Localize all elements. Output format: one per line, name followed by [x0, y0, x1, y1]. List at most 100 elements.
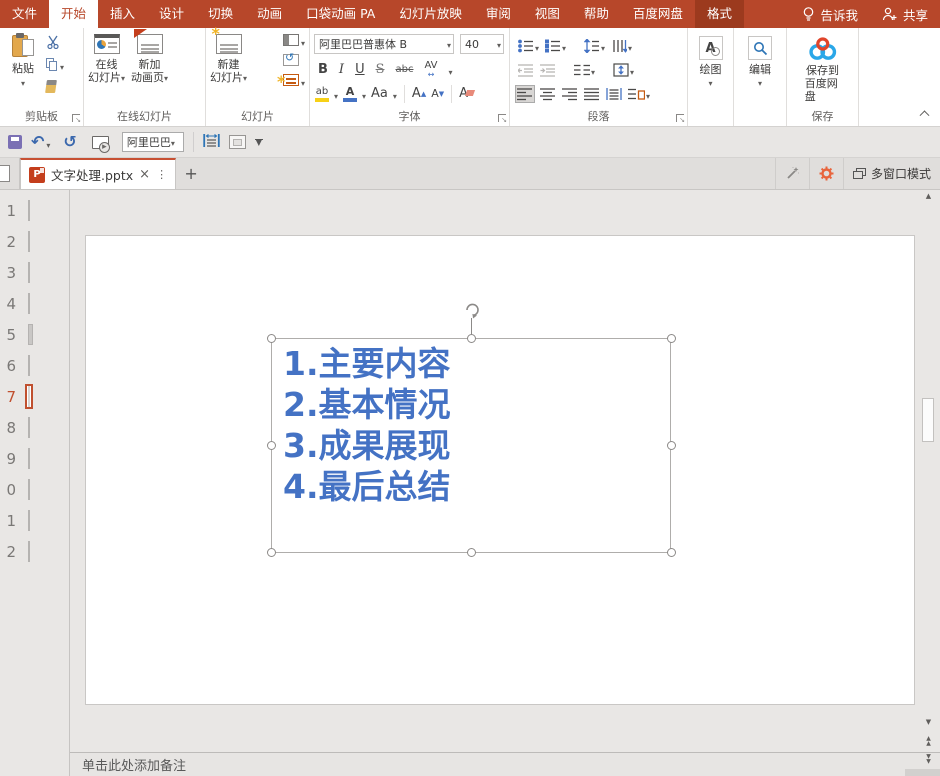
underline-button[interactable]: U — [355, 62, 365, 78]
grow-font-button[interactable]: A▲ — [412, 86, 426, 102]
tab-pocket-animation[interactable]: 口袋动画 PA — [294, 0, 387, 28]
undo-button[interactable]: ↶ — [31, 133, 50, 152]
collapse-ribbon-button[interactable] — [919, 109, 930, 121]
highlight-dropdown-icon[interactable] — [334, 84, 338, 103]
font-color-dropdown-icon[interactable] — [362, 84, 366, 103]
highlight-color-button[interactable]: ab — [315, 86, 329, 102]
change-case-button[interactable]: Aa — [371, 86, 388, 102]
resize-handle-bottom-left[interactable] — [267, 548, 276, 557]
character-spacing-button[interactable]: AV ↔ — [424, 60, 437, 79]
slide-panel-item-4[interactable]: 4 — [0, 288, 69, 319]
slide-panel-item-2[interactable]: 2 — [0, 226, 69, 257]
slide-thumbnail[interactable] — [28, 355, 30, 376]
online-slides-button[interactable]: 在线 幻灯片 — [88, 34, 125, 85]
bold-button[interactable]: B — [318, 62, 328, 78]
slide-panel-item-8[interactable]: 8 — [0, 412, 69, 443]
redo-button[interactable]: ↺ — [63, 134, 76, 150]
slide-thumbnail[interactable] — [28, 448, 30, 469]
resize-handle-top-left[interactable] — [267, 334, 276, 343]
slide-thumbnail[interactable] — [28, 200, 30, 221]
new-tab-button[interactable]: + — [176, 158, 206, 189]
resize-handle-middle-right[interactable] — [667, 441, 676, 450]
paste-button[interactable]: 粘贴 — [5, 33, 41, 90]
new-slide-button[interactable]: * 新建 幻灯片 — [210, 26, 247, 85]
scroll-up-icon[interactable]: ▲ — [921, 192, 936, 200]
undo-dropdown-icon[interactable] — [46, 133, 50, 152]
wand-button[interactable] — [774, 158, 809, 189]
align-center-button[interactable] — [539, 86, 557, 102]
slide-panel-item-11[interactable]: 1 — [0, 505, 69, 536]
italic-button[interactable]: I — [339, 62, 344, 78]
change-case-dropdown-icon[interactable] — [393, 84, 397, 103]
reset-button[interactable] — [282, 51, 305, 68]
align-text-button[interactable] — [612, 59, 635, 80]
save-to-baidu-button[interactable]: 保存到 百度网盘 — [805, 36, 841, 103]
normal-view-button[interactable] — [228, 135, 246, 149]
scrollbar-thumb[interactable] — [922, 398, 934, 442]
font-name-dropdown-icon[interactable] — [447, 38, 451, 51]
copy-button[interactable] — [46, 56, 64, 72]
text-shadow-button[interactable]: S — [376, 62, 385, 78]
copy-dropdown-icon[interactable] — [60, 55, 64, 74]
convert-to-smartart-button[interactable] — [627, 83, 651, 104]
tab-transitions[interactable]: 切换 — [196, 0, 245, 28]
tab-animations[interactable]: 动画 — [245, 0, 294, 28]
resize-handle-bottom-right[interactable] — [667, 548, 676, 557]
distribute-justify-button[interactable] — [203, 133, 220, 152]
increase-indent-button[interactable] — [539, 62, 557, 78]
justify-button[interactable] — [583, 86, 601, 102]
tab-review[interactable]: 审阅 — [474, 0, 523, 28]
slide-thumbnail[interactable] — [28, 541, 30, 562]
paragraph-dialog-launcher-icon[interactable] — [676, 114, 685, 124]
tab-help[interactable]: 帮助 — [572, 0, 621, 28]
cut-button[interactable] — [46, 34, 60, 50]
settings-button[interactable] — [808, 158, 843, 189]
distribute-button[interactable] — [605, 86, 623, 102]
resize-handle-middle-left[interactable] — [267, 441, 276, 450]
resize-handle-top-right[interactable] — [667, 334, 676, 343]
tab-slideshow[interactable]: 幻灯片放映 — [387, 0, 474, 28]
slide-thumbnail[interactable] — [28, 293, 30, 314]
clear-formatting-button[interactable]: A — [459, 86, 468, 101]
tell-me-button[interactable]: 告诉我 — [790, 0, 870, 28]
slide-panel-item-3[interactable]: 3 — [0, 257, 69, 288]
slide-thumbnail[interactable] — [28, 510, 30, 531]
slide-thumbnail[interactable] — [28, 386, 30, 407]
tab-file[interactable]: 文件 — [0, 0, 49, 28]
slide-thumbnail[interactable] — [28, 231, 30, 252]
multi-window-mode-button[interactable]: 多窗口模式 — [842, 158, 940, 189]
font-name-combo[interactable]: 阿里巴巴普惠体 B — [314, 34, 454, 54]
editing-button[interactable]: 编辑 — [748, 36, 772, 90]
strikethrough-button[interactable]: abc — [395, 64, 413, 75]
tab-format[interactable]: 格式 — [694, 0, 744, 28]
paste-dropdown-icon[interactable] — [21, 76, 25, 90]
tab-menu-icon[interactable]: ⋮ — [156, 168, 167, 181]
close-tab-icon[interactable]: × — [139, 167, 150, 182]
save-button[interactable] — [8, 135, 22, 149]
shrink-font-button[interactable]: A▼ — [431, 86, 444, 102]
align-left-button[interactable] — [515, 84, 535, 103]
clipboard-dialog-launcher-icon[interactable] — [72, 114, 81, 124]
format-painter-button[interactable] — [45, 78, 57, 94]
tab-baidu-netdisk[interactable]: 百度网盘 — [621, 0, 695, 28]
align-right-button[interactable] — [561, 86, 579, 102]
drawing-button[interactable]: A 绘图 — [698, 36, 723, 90]
tab-view[interactable]: 视图 — [523, 0, 572, 28]
new-animation-page-button[interactable]: 新加 动画页 — [131, 29, 168, 85]
slide-panel-item-6[interactable]: 6 — [0, 350, 69, 381]
slide-panel-item-7-selected[interactable]: 7 — [0, 381, 69, 412]
font-color-button[interactable]: A — [343, 86, 358, 102]
character-spacing-dropdown-icon[interactable] — [449, 60, 453, 79]
tab-design[interactable]: 设计 — [147, 0, 196, 28]
document-tab-active[interactable]: P 文字处理.pptx × ⋮ — [20, 158, 177, 189]
slide-thumbnail[interactable] — [28, 324, 33, 345]
slide-thumbnail[interactable] — [28, 417, 30, 438]
next-slide-icon[interactable]: ▼ ▼ — [921, 754, 936, 765]
notes-pane[interactable]: 单击此处添加备注 — [70, 752, 940, 776]
numbering-button[interactable] — [544, 35, 567, 56]
slide-panel-item-5[interactable]: 5 — [0, 319, 69, 350]
resize-handle-bottom-center[interactable] — [467, 548, 476, 557]
resize-handle-top-center[interactable] — [467, 334, 476, 343]
slide-thumbnail[interactable] — [28, 262, 30, 283]
tab-insert[interactable]: 插入 — [98, 0, 147, 28]
